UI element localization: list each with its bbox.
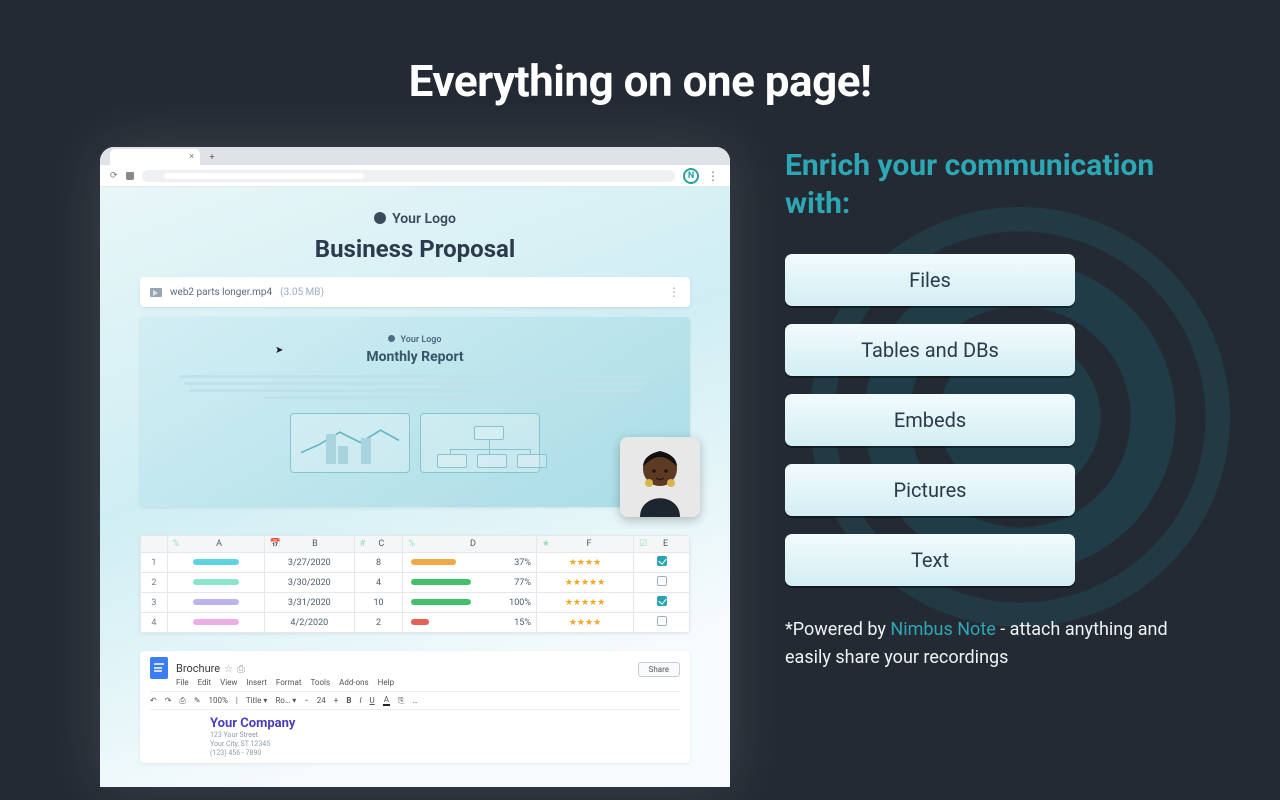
table-row[interactable]: 13/27/20208 37%★★★★ — [141, 553, 690, 573]
cursor-icon: ➤ — [275, 345, 283, 356]
video-file-icon — [150, 288, 162, 297]
italic-button[interactable]: I — [359, 696, 361, 705]
style-select[interactable]: Title ▾ — [246, 696, 268, 705]
textcolor-button[interactable]: A — [383, 695, 390, 706]
url-field[interactable] — [142, 170, 675, 182]
extension-badge-icon[interactable]: N — [683, 168, 699, 184]
toolbar-more[interactable]: … — [412, 696, 417, 705]
right-subtitle: Enrich your communication with: — [785, 147, 1190, 222]
checkbox[interactable] — [657, 616, 667, 626]
org-chart-icon — [420, 413, 540, 473]
browser-menu-icon[interactable]: ⋮ — [707, 169, 720, 183]
doc-title: Business Proposal — [140, 235, 690, 263]
checkbox[interactable] — [657, 576, 667, 586]
browser-tabbar: × + — [100, 147, 730, 165]
gdocs-body-heading: Your Company — [210, 716, 680, 731]
right-panel: Enrich your communication with: Files Tab… — [785, 147, 1190, 672]
gdocs-body-address: 123 Your StreetYour City, ST 12345(123) … — [210, 731, 680, 757]
new-tab-button[interactable]: + — [206, 153, 218, 165]
page-headline: Everything on one page! — [0, 55, 1280, 107]
move-icon[interactable]: ⎙ — [237, 664, 245, 675]
font-select[interactable]: Ro… ▾ — [275, 696, 296, 705]
fontsize-decrease[interactable]: − — [304, 696, 309, 705]
gdocs-file-icon — [150, 657, 168, 679]
reload-icon[interactable]: ⟳ — [110, 171, 118, 181]
embedded-gdocs: Brochure ☆ ⎙ File Edit View Insert Format Too… — [140, 651, 690, 763]
report-logo: Your Logo — [164, 335, 666, 345]
gdocs-menu-view[interactable]: View — [220, 678, 237, 687]
gdocs-title[interactable]: Brochure — [176, 662, 220, 675]
checkbox[interactable] — [657, 556, 667, 566]
table-row[interactable]: 44/2/20202 15%★★★★ — [141, 613, 690, 633]
page-viewport: Your Logo Business Proposal web2 parts l… — [100, 187, 730, 787]
gdocs-menu-help[interactable]: Help — [378, 678, 394, 687]
report-body-placeholder — [164, 375, 666, 399]
underline-button[interactable]: U — [370, 696, 375, 705]
format-paint-button[interactable]: ✎ — [194, 696, 201, 705]
gdocs-menu-add-ons[interactable]: Add-ons — [339, 678, 369, 687]
fontsize-increase[interactable]: + — [334, 696, 339, 705]
fontsize-value[interactable]: 24 — [317, 696, 326, 705]
bold-button[interactable]: B — [346, 696, 351, 705]
gdocs-menu-format[interactable]: Format — [276, 678, 302, 687]
gdocs-menubar: File Edit View Insert Format Tools Add-ons Help — [176, 678, 394, 687]
doc-logo: Your Logo — [140, 211, 690, 227]
print-button[interactable]: ⎙ — [179, 696, 185, 706]
feature-chip-text: Text — [785, 534, 1075, 586]
share-button[interactable]: Share — [638, 662, 680, 677]
embedded-table: % A📅 B# C% D★ F☑ E 13/27/20208 37%★★★★23… — [140, 535, 690, 633]
gdocs-menu-insert[interactable]: Insert — [246, 678, 267, 687]
browser-tab[interactable]: × — [110, 149, 200, 165]
gdocs-menu-file[interactable]: File — [176, 678, 189, 687]
zoom-select[interactable]: 100% — [209, 696, 228, 705]
tab-close-icon[interactable]: × — [189, 152, 194, 162]
file-attachment-card[interactable]: web2 parts longer.mp4 (3.05 MB) ⋮ — [140, 277, 690, 307]
logo-dot-icon — [374, 212, 386, 224]
footer-note: *Powered by Nimbus Note - attach anythin… — [785, 616, 1185, 672]
redo-button[interactable]: ↷ — [165, 696, 172, 705]
nimbus-note-link[interactable]: Nimbus Note — [890, 619, 995, 640]
lock-icon — [126, 172, 134, 180]
browser-window: × + ⟳ N ⋮ Your Logo Business Proposal we… — [100, 147, 730, 787]
file-more-icon[interactable]: ⋮ — [668, 285, 680, 299]
star-icon[interactable]: ☆ — [224, 664, 233, 675]
logo-dot-icon — [388, 335, 395, 342]
table-row[interactable]: 33/31/202010 100%★★★★★ — [141, 593, 690, 613]
file-name: web2 parts longer.mp4 — [170, 287, 272, 298]
gdocs-menu-edit[interactable]: Edit — [198, 678, 212, 687]
browser-address-bar: ⟳ N ⋮ — [100, 165, 730, 187]
embedded-report-card: Your Logo Monthly Report ➤ — [140, 317, 690, 507]
table-row[interactable]: 23/30/20204 77%★★★★★ — [141, 573, 690, 593]
report-charts: ➤ — [164, 413, 666, 473]
insert-link-button[interactable]: ⎘ — [398, 696, 404, 706]
feature-chip-tables-and-dbs: Tables and DBs — [785, 324, 1075, 376]
report-title: Monthly Report — [164, 349, 666, 365]
checkbox[interactable] — [657, 596, 667, 606]
presenter-avatar — [620, 437, 700, 517]
gdocs-menu-tools[interactable]: Tools — [311, 678, 331, 687]
feature-chip-files: Files — [785, 254, 1075, 306]
undo-button[interactable]: ↶ — [150, 696, 157, 705]
file-size: (3.05 MB) — [280, 287, 324, 298]
feature-chip-embeds: Embeds — [785, 394, 1075, 446]
gdocs-toolbar: ↶ ↷ ⎙ ✎ 100% | Title ▾ Ro… ▾ − 24 + B I … — [150, 691, 680, 710]
bar-chart-icon — [290, 413, 410, 473]
feature-chip-pictures: Pictures — [785, 464, 1075, 516]
